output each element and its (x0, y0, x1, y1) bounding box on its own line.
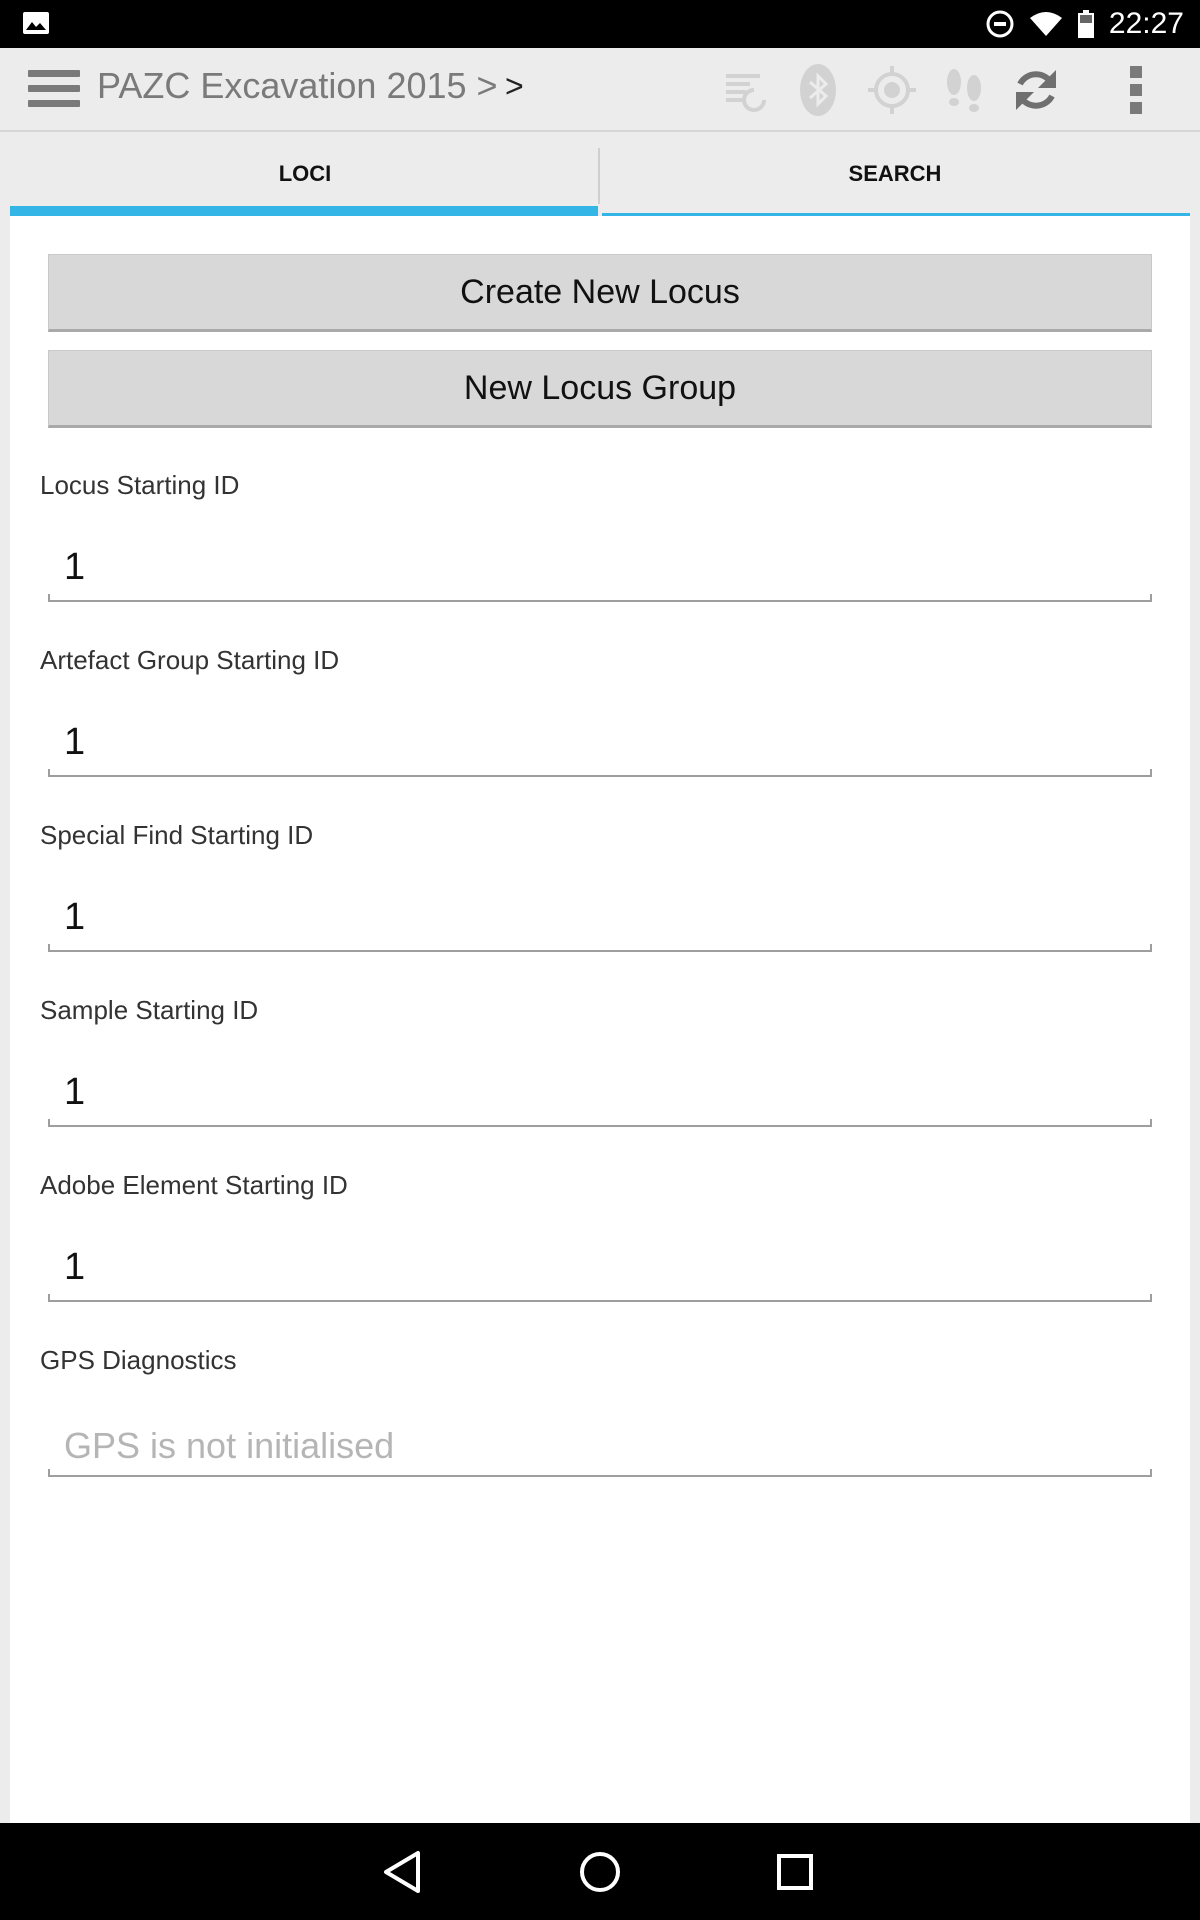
special-find-starting-id-value: 1 (64, 896, 86, 938)
create-new-locus-button[interactable]: Create New Locus (48, 254, 1152, 332)
gallery-icon (23, 12, 49, 34)
artefact-group-starting-id-input[interactable]: 1 (48, 713, 1152, 777)
special-find-starting-id-label: Special Find Starting ID (40, 820, 314, 850)
adobe-element-starting-id-value: 1 (64, 1246, 86, 1288)
wifi-icon (1029, 12, 1062, 36)
footsteps-icon[interactable] (936, 62, 992, 118)
back-icon[interactable] (378, 1847, 428, 1897)
tab-search[interactable]: SEARCH (600, 132, 1190, 216)
new-locus-group-button[interactable]: New Locus Group (48, 350, 1152, 428)
adobe-element-starting-id-label: Adobe Element Starting ID (40, 1170, 348, 1200)
overflow-menu-icon[interactable] (1108, 62, 1164, 118)
locus-starting-id-value: 1 (64, 546, 86, 588)
locus-starting-id-input[interactable]: 1 (48, 538, 1152, 602)
gps-diagnostics-field[interactable]: GPS is not initialised (48, 1413, 1152, 1477)
menu-icon[interactable] (28, 68, 84, 112)
tab-loci[interactable]: LOCI (10, 132, 600, 216)
do-not-disturb-icon (986, 10, 1014, 38)
sync-queue-icon[interactable] (718, 62, 774, 118)
recent-apps-icon[interactable] (770, 1847, 820, 1897)
tab-divider (598, 148, 600, 204)
adobe-element-starting-id-input[interactable]: 1 (48, 1238, 1152, 1302)
breadcrumb-separator: > (505, 68, 524, 104)
gps-diagnostics-label: GPS Diagnostics (40, 1345, 237, 1375)
app-title[interactable]: PAZC Excavation 2015 > (97, 65, 498, 107)
clock: 22:27 (1108, 7, 1184, 40)
artefact-group-starting-id-label: Artefact Group Starting ID (40, 645, 340, 675)
refresh-icon[interactable] (1008, 62, 1064, 118)
locus-starting-id-label: Locus Starting ID (40, 470, 240, 500)
home-icon[interactable] (575, 1847, 625, 1897)
gps-target-icon[interactable] (864, 62, 920, 118)
special-find-starting-id-input[interactable]: 1 (48, 888, 1152, 952)
sample-starting-id-label: Sample Starting ID (40, 995, 259, 1025)
loci-panel: Create New Locus New Locus Group Locus S… (10, 216, 1190, 1823)
sample-starting-id-input[interactable]: 1 (48, 1063, 1152, 1127)
sample-starting-id-value: 1 (64, 1071, 86, 1113)
action-bar: PAZC Excavation 2015 > > (0, 48, 1200, 132)
status-bar: 22:27 (0, 0, 1200, 48)
bluetooth-icon[interactable] (790, 62, 846, 118)
gps-diagnostics-placeholder: GPS is not initialised (64, 1425, 395, 1466)
tab-bar: LOCI SEARCH (10, 132, 1190, 216)
artefact-group-starting-id-value: 1 (64, 721, 86, 763)
battery-icon (1077, 10, 1094, 38)
navigation-bar (0, 1823, 1200, 1920)
